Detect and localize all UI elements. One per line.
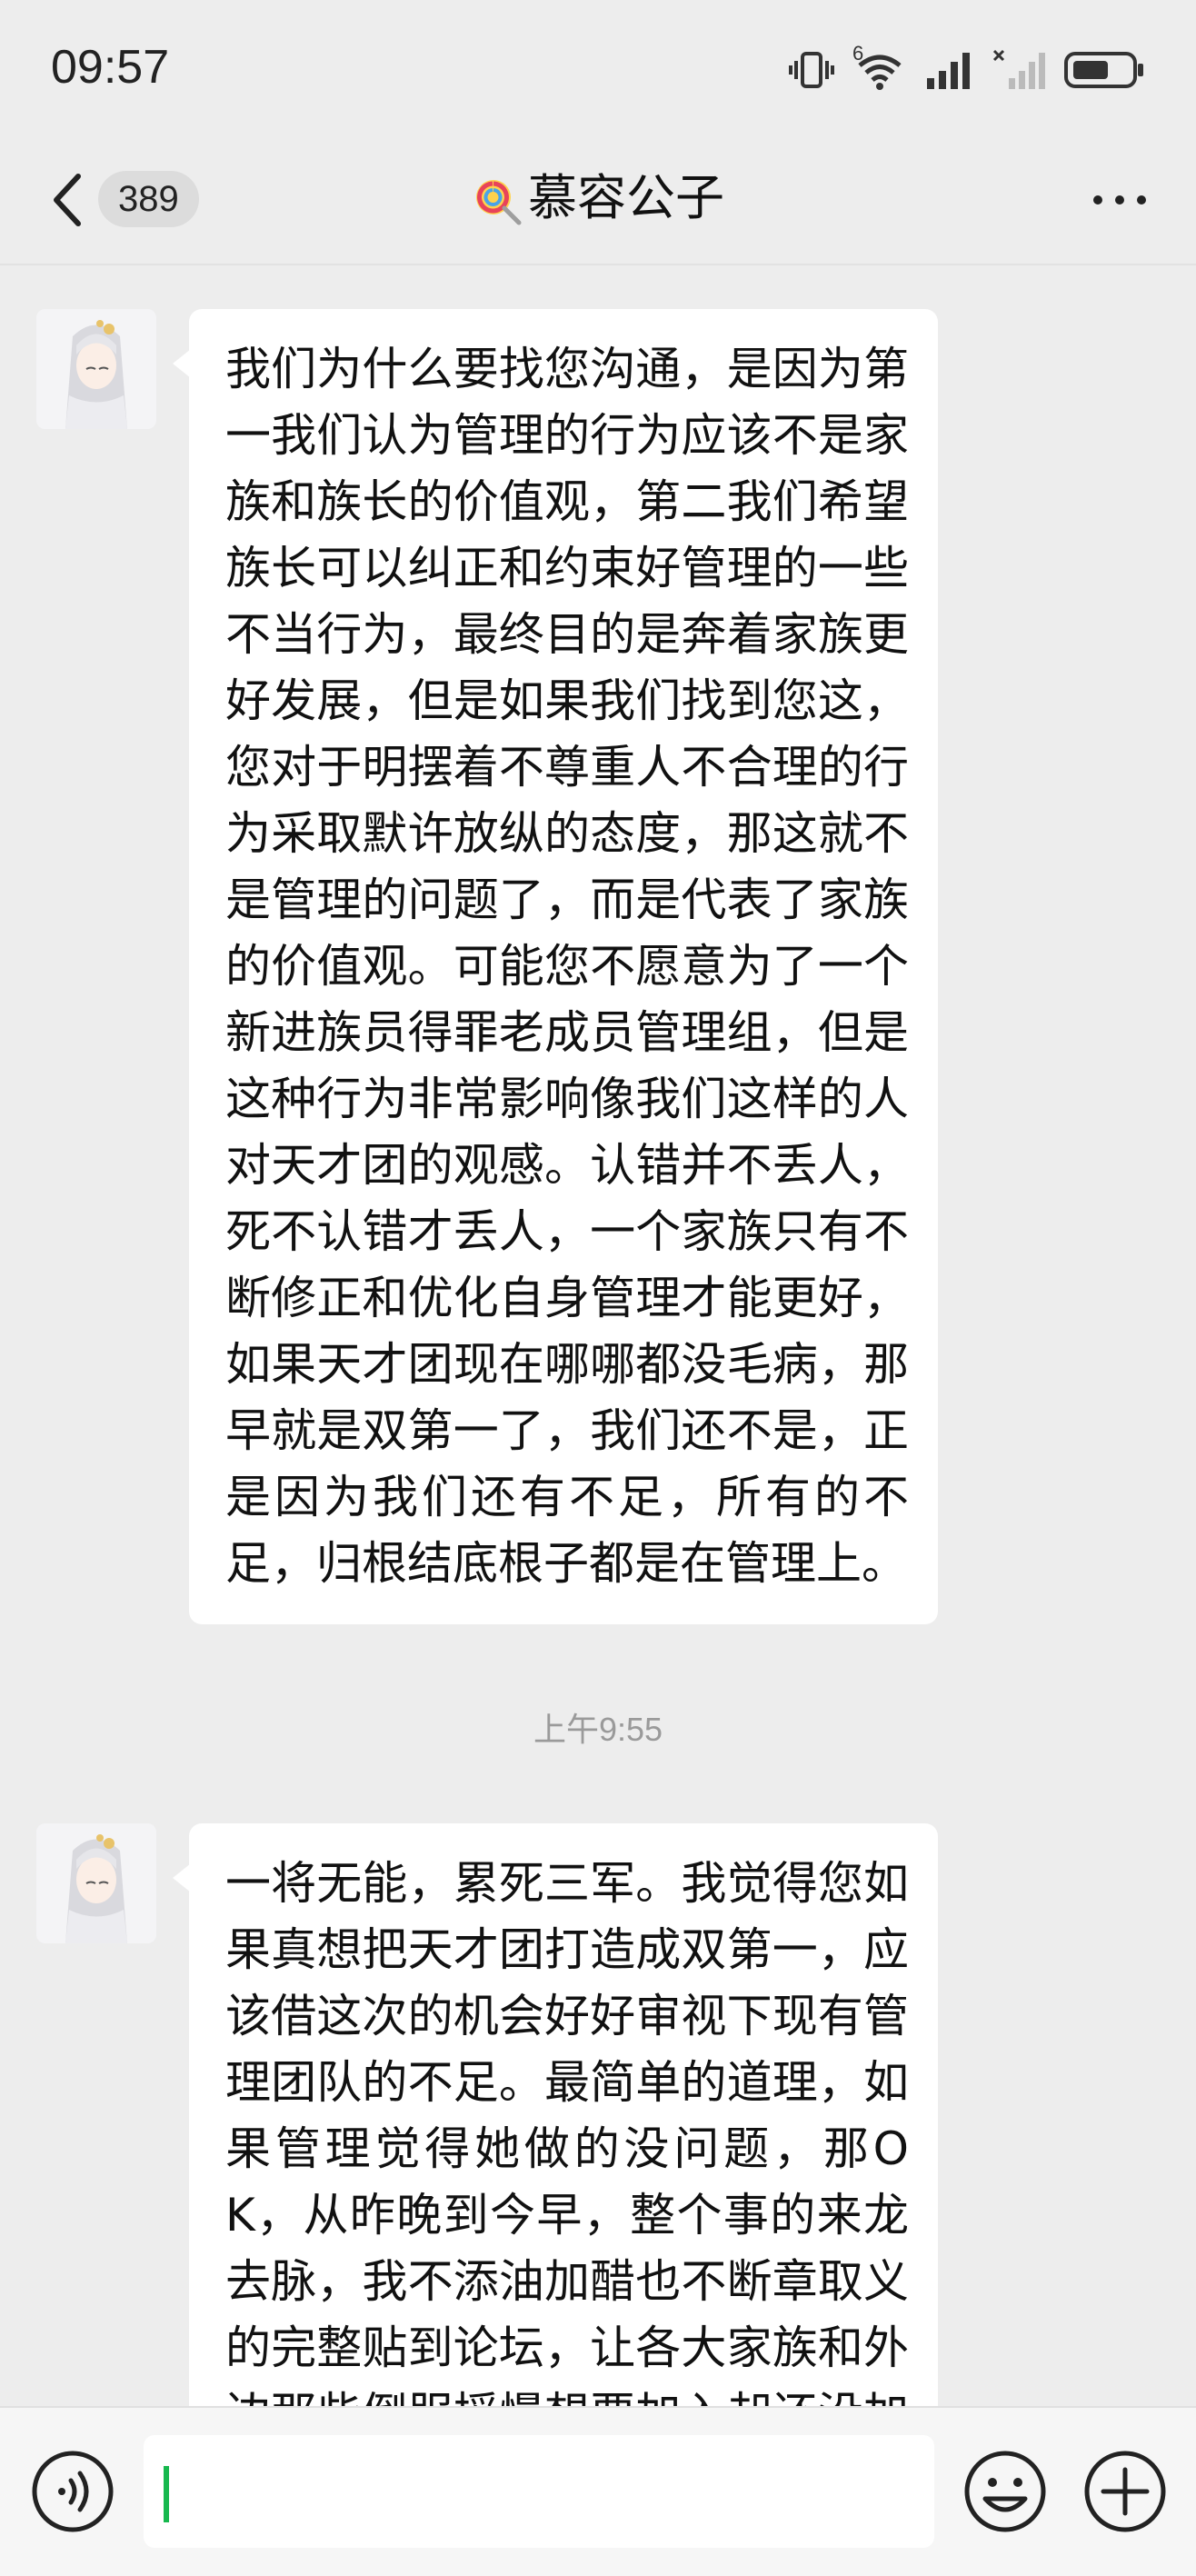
vibrate-icon	[789, 52, 834, 88]
input-bar	[0, 2406, 1196, 2576]
more-options-icon[interactable]	[1091, 189, 1149, 211]
voice-input-icon[interactable]	[29, 2448, 116, 2535]
network-type-label: 6	[852, 42, 864, 65]
status-time: 09:57	[51, 41, 170, 94]
status-bar: 09:57 6	[0, 0, 1196, 136]
battery-icon	[1064, 52, 1143, 88]
chat-header: 389 慕容公子	[0, 136, 1196, 264]
message-list[interactable]: 我们为什么要找您沟通，是因为第一我们认为管理的行为应该不是家族和族长的价值观，第…	[0, 265, 1196, 2406]
signal-icon	[927, 53, 970, 89]
signal-off-icon	[992, 49, 1045, 89]
message-bubble[interactable]: 我们为什么要找您沟通，是因为第一我们认为管理的行为应该不是家族和族长的价值观，第…	[173, 309, 938, 1624]
chat-title-group: 慕容公子	[0, 164, 1196, 233]
text-caret	[164, 2466, 169, 2522]
wifi-icon: 6	[852, 42, 907, 93]
emoji-icon[interactable]	[962, 2448, 1049, 2535]
message-bubble[interactable]: 一将无能，累死三军。我觉得您如果真想把天才团打造成双第一，应该借这次的机会好好审…	[173, 1823, 938, 2406]
status-icons: 6	[789, 42, 1145, 96]
message-text: 一将无能，累死三军。我觉得您如果真想把天才团打造成双第一，应该借这次的机会好好审…	[225, 1857, 909, 2406]
chat-title: 慕容公子	[528, 169, 724, 226]
message-timestamp: 上午9:55	[533, 1711, 663, 1748]
add-attachment-icon[interactable]	[1081, 2448, 1169, 2535]
lollipop-icon	[476, 180, 522, 225]
avatar-illustration	[36, 309, 156, 429]
avatar[interactable]	[36, 1823, 156, 1943]
message-input[interactable]	[144, 2435, 934, 2548]
avatar[interactable]	[36, 309, 156, 429]
avatar-illustration	[36, 1823, 156, 1943]
message-text: 我们为什么要找您沟通，是因为第一我们认为管理的行为应该不是家族和族长的价值观，第…	[225, 343, 909, 1590]
